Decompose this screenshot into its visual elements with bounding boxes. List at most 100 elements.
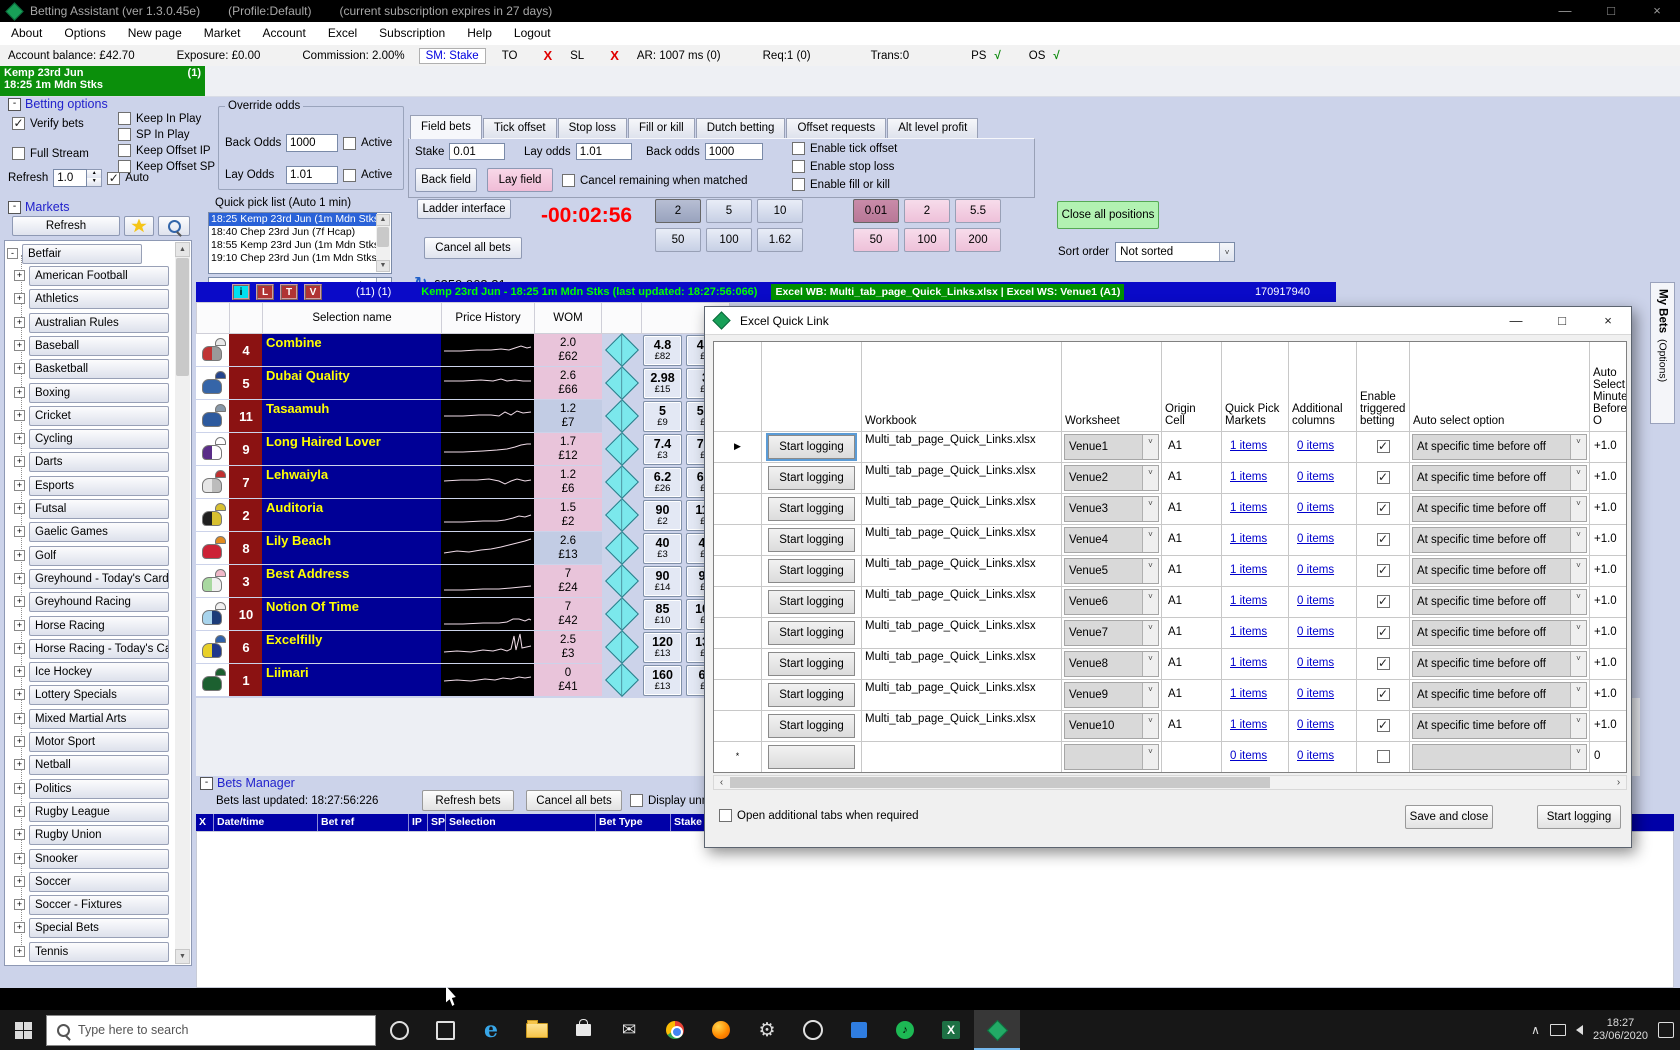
runner-name[interactable]: Combine (262, 334, 442, 366)
chevron-down-icon[interactable]: ˅ (1570, 652, 1586, 676)
additional-columns-link[interactable]: 0 items (1289, 494, 1356, 514)
hedge-diamond-icon[interactable] (605, 498, 639, 532)
hedge-diamond-icon[interactable] (605, 564, 639, 598)
additional-columns-link[interactable]: 0 items (1289, 649, 1356, 669)
scroll-down-icon[interactable]: ▼ (175, 949, 190, 964)
sp-in-play-checkbox[interactable] (118, 128, 131, 141)
worksheet-select[interactable]: Venue7˅ (1064, 620, 1159, 646)
menu-item-help[interactable]: Help (456, 22, 503, 45)
additional-columns-link[interactable]: 0 items (1289, 711, 1356, 731)
quick-pick-markets-link[interactable]: 1 items (1222, 680, 1288, 700)
hscroll-thumb[interactable] (730, 777, 1270, 788)
tree-root-betfair[interactable]: Betfair (22, 244, 142, 264)
runner-name[interactable]: Tasaamuh (262, 400, 442, 432)
favourites-button[interactable] (124, 216, 154, 236)
bets-column-bet-type[interactable]: Bet Type (596, 814, 671, 831)
price-history-chart[interactable] (441, 664, 535, 696)
start-logging-button[interactable]: Start logging (768, 466, 855, 490)
chevron-down-icon[interactable]: ˅ (1142, 528, 1158, 552)
expand-icon-american-football[interactable]: + (14, 270, 25, 281)
start-logging-button[interactable]: Start logging (768, 497, 855, 521)
back-stake-button-100[interactable]: 100 (706, 228, 752, 252)
expand-icon-netball[interactable]: + (14, 759, 25, 770)
enable-triggered-checkbox[interactable]: ✓ (1377, 719, 1390, 732)
menu-item-about[interactable]: About (0, 22, 53, 45)
quick-pick-markets-link[interactable]: 1 items (1222, 711, 1288, 731)
lay-stake-button-200[interactable]: 200 (955, 228, 1001, 252)
market-toolbar-l-button[interactable]: L (256, 284, 274, 300)
quick-pick-markets-link[interactable]: 1 items (1222, 525, 1288, 545)
grid-header-price-history[interactable]: Price History (441, 302, 535, 334)
refresh-spinner[interactable]: ▲▼ (87, 169, 102, 187)
sidebar-item-boxing[interactable]: Boxing (29, 383, 169, 403)
auto-select-option-select[interactable]: At specific time before off˅ (1412, 682, 1587, 708)
notification-center-icon[interactable] (1658, 1022, 1674, 1038)
menu-item-subscription[interactable]: Subscription (368, 22, 456, 45)
hscroll-left-icon[interactable]: ‹ (714, 776, 729, 789)
sidebar-item-golf[interactable]: Golf (29, 546, 169, 566)
network-icon[interactable] (1550, 1024, 1566, 1036)
enable-triggered-checkbox[interactable]: ✓ (1377, 688, 1390, 701)
start-button[interactable] (0, 1010, 46, 1050)
sidebar-item-snooker[interactable]: Snooker (29, 849, 169, 869)
hedge-diamond-icon[interactable] (605, 333, 639, 367)
chevron-down-icon[interactable]: ˅ (1142, 559, 1158, 583)
additional-columns-link[interactable]: 0 items (1289, 618, 1356, 638)
close-all-positions-button[interactable]: Close all positions (1057, 201, 1159, 229)
keep-offset-ip-checkbox[interactable] (118, 144, 131, 157)
sidebar-item-basketball[interactable]: Basketball (29, 359, 169, 379)
lay-odds-active-checkbox[interactable] (343, 169, 356, 182)
start-logging-button[interactable]: Start logging (768, 590, 855, 614)
hscroll-right-icon[interactable]: › (1611, 776, 1626, 789)
cortana-button[interactable] (376, 1010, 422, 1050)
sidebar-item-tennis[interactable]: Tennis (29, 942, 169, 962)
volume-icon[interactable] (1576, 1025, 1583, 1035)
hedge-diamond-icon[interactable] (605, 366, 639, 400)
menu-item-logout[interactable]: Logout (503, 22, 562, 45)
auto-select-option-select[interactable]: At specific time before off˅ (1412, 558, 1587, 584)
taskbar-icon-excel[interactable]: X (928, 1010, 974, 1050)
quick-pick-markets-link[interactable]: 1 items (1222, 463, 1288, 483)
lay-stake-button-0-01[interactable]: 0.01 (853, 199, 899, 223)
back-price-button[interactable]: 7.4£3 (643, 434, 682, 465)
task-view-button[interactable] (422, 1010, 468, 1050)
dialog-start-logging-button[interactable]: Start logging (1537, 805, 1621, 829)
enable-triggered-checkbox[interactable]: ✓ (1377, 657, 1390, 670)
runner-name[interactable]: Long Haired Lover (262, 433, 442, 465)
expand-icon-greyhound-today-s-card[interactable]: + (14, 573, 25, 584)
sidebar-item-cricket[interactable]: Cricket (29, 406, 169, 426)
fb-lay-odds-input[interactable]: 1.01 (576, 143, 632, 160)
expand-icon-australian-rules[interactable]: + (14, 317, 25, 328)
lay-odds-input[interactable]: 1.01 (286, 166, 338, 184)
expand-icon-boxing[interactable]: + (14, 387, 25, 398)
additional-columns-link[interactable]: 0 items (1289, 525, 1356, 545)
taskbar-search[interactable]: Type here to search (46, 1015, 376, 1046)
markets-scrollbar[interactable]: ▲ ▼ (175, 242, 190, 964)
sidebar-item-politics[interactable]: Politics (29, 779, 169, 799)
start-logging-button[interactable] (768, 745, 855, 769)
auto-select-option-select[interactable]: At specific time before off˅ (1412, 589, 1587, 615)
hedge-diamond-icon[interactable] (605, 663, 639, 697)
chevron-down-icon[interactable]: ˅ (1142, 652, 1158, 676)
bets-collapse-icon[interactable]: - (200, 777, 213, 790)
sidebar-item-horse-racing-today-s-card[interactable]: Horse Racing - Today's Card (29, 639, 169, 659)
expand-icon-ice-hockey[interactable]: + (14, 666, 25, 677)
worksheet-select[interactable]: Venue6˅ (1064, 589, 1159, 615)
auto-refresh-checkbox[interactable]: ✓ (107, 172, 120, 185)
lay-stake-button-5-5[interactable]: 5.5 (955, 199, 1001, 223)
chevron-down-icon[interactable]: ˅ (1142, 714, 1158, 738)
back-price-button[interactable]: 6.2£26 (643, 467, 682, 498)
expand-icon-darts[interactable]: + (14, 456, 25, 467)
expand-icon-cycling[interactable]: + (14, 433, 25, 444)
expand-icon-motor-sport[interactable]: + (14, 736, 25, 747)
sidebar-item-motor-sport[interactable]: Motor Sport (29, 732, 169, 752)
dialog-minimize-icon[interactable]: — (1493, 310, 1539, 332)
additional-columns-link[interactable]: 0 items (1289, 463, 1356, 483)
runner-name[interactable]: Auditoria (262, 499, 442, 531)
bets-column-date-time[interactable]: Date/time (214, 814, 318, 831)
qp-scroll-up-icon[interactable]: ▲ (376, 214, 390, 226)
bets-column-x[interactable]: X (196, 814, 214, 831)
stake-mode[interactable]: SM: Stake (419, 48, 486, 64)
sidebar-item-american-football[interactable]: American Football (29, 266, 169, 286)
start-logging-button[interactable]: Start logging (768, 652, 855, 676)
